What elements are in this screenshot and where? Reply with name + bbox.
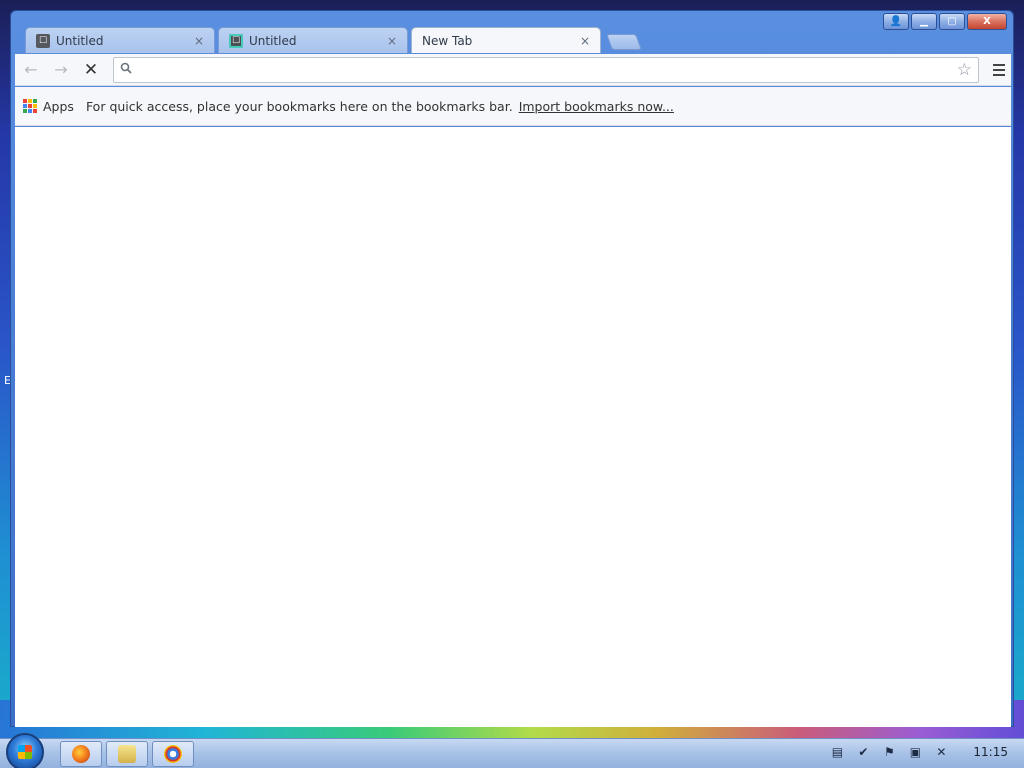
taskbar: ▤ ✔ ⚑ ▣ ✕ 11:15 — [0, 733, 1024, 768]
user-icon: 👤 — [889, 16, 903, 27]
tab-untitled-1[interactable]: ☐ Untitled × — [25, 27, 215, 53]
page-favicon-icon: ☐ — [36, 33, 50, 48]
volume-muted-icon[interactable]: ✕ — [933, 744, 949, 760]
maximize-icon: ▢ — [947, 16, 957, 27]
bookmarks-bar: Apps For quick access, place your bookma… — [15, 87, 1011, 126]
forward-button[interactable]: → — [47, 58, 75, 82]
chrome-icon — [164, 745, 182, 763]
flag-icon[interactable]: ⚑ — [881, 744, 897, 760]
omnibox-input[interactable] — [136, 58, 957, 81]
tab-strip: ☐ Untitled × ☐ Untitled × New Tab × — [25, 27, 665, 53]
security-shield-icon[interactable]: ✔ — [855, 744, 871, 760]
bookmark-star-icon[interactable]: ☆ — [957, 60, 972, 80]
tab-close-icon[interactable]: × — [385, 34, 399, 48]
bookmarks-hint-text: For quick access, place your bookmarks h… — [85, 98, 513, 114]
arrow-right-icon: → — [54, 60, 68, 79]
tab-untitled-2[interactable]: ☐ Untitled × — [218, 27, 408, 53]
taskbar-clock[interactable]: 11:15 — [973, 745, 1008, 759]
window-controls: 👤 ▁ ▢ X — [883, 13, 1007, 30]
tab-close-icon[interactable]: × — [578, 34, 592, 48]
explorer-icon — [118, 745, 136, 763]
start-button[interactable] — [6, 733, 44, 768]
tab-title: Untitled — [56, 33, 104, 48]
apps-shortcut[interactable]: Apps — [43, 99, 74, 114]
stop-icon: ✕ — [83, 59, 99, 80]
browser-menu-button[interactable] — [987, 58, 1011, 82]
tab-close-icon[interactable]: × — [192, 34, 206, 48]
taskbar-firefox[interactable] — [60, 741, 102, 767]
close-window-button[interactable]: X — [967, 13, 1007, 30]
apps-grid-icon[interactable] — [23, 99, 37, 113]
browser-window: 👤 ▁ ▢ X ☐ Untitled × ☐ Untitled × New Ta… — [10, 10, 1014, 727]
system-tray: ▤ ✔ ⚑ ▣ ✕ 11:15 — [829, 744, 1008, 760]
tab-title: New Tab — [422, 33, 473, 48]
minimize-button[interactable]: ▁ — [911, 13, 937, 30]
maximize-button[interactable]: ▢ — [939, 13, 965, 30]
clipboard-icon[interactable]: ▤ — [829, 744, 845, 760]
arrow-left-icon: ← — [24, 60, 38, 79]
stop-button[interactable]: ✕ — [77, 58, 105, 82]
navigation-toolbar: ← → ✕ ☆ — [15, 54, 1011, 86]
search-icon — [120, 62, 136, 78]
minimize-icon: ▁ — [920, 16, 928, 27]
import-bookmarks-link[interactable]: Import bookmarks now... — [519, 99, 674, 114]
page-content — [15, 127, 1011, 727]
firefox-icon — [72, 745, 90, 763]
taskbar-chrome[interactable] — [152, 741, 194, 767]
network-icon[interactable]: ▣ — [907, 744, 923, 760]
loading-favicon-icon: ☐ — [229, 33, 243, 48]
omnibox[interactable]: ☆ — [113, 56, 979, 83]
close-icon: X — [983, 16, 991, 27]
profile-button[interactable]: 👤 — [883, 13, 909, 30]
new-tab-button[interactable] — [606, 34, 642, 50]
tab-new-tab[interactable]: New Tab × — [411, 27, 601, 53]
back-button[interactable]: ← — [17, 58, 45, 82]
tab-title: Untitled — [249, 33, 297, 48]
taskbar-explorer[interactable] — [106, 741, 148, 767]
